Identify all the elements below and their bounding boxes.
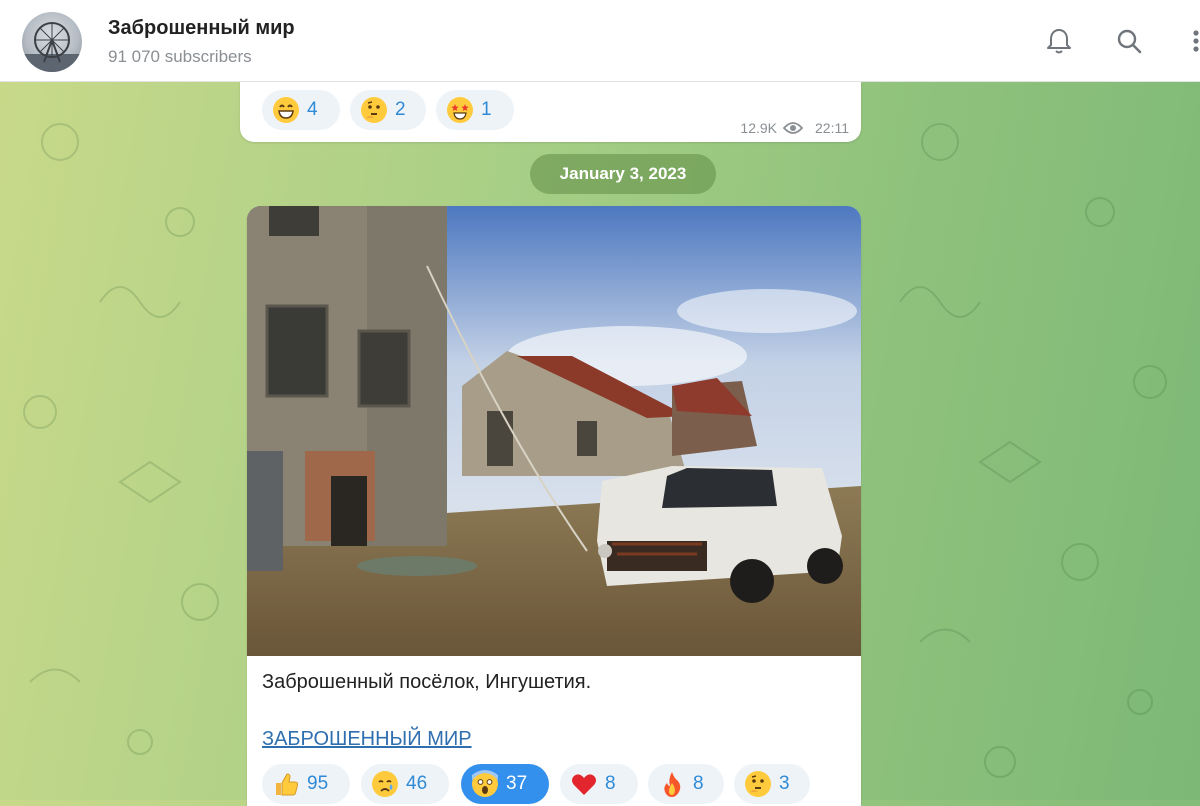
red-heart-icon	[572, 774, 596, 795]
reaction-count: 8	[605, 773, 616, 794]
reaction-count: 37	[506, 773, 528, 794]
post-meta: 12.9K 22:11	[740, 120, 849, 136]
reaction-count: 3	[779, 773, 790, 794]
reaction-count: 2	[395, 99, 406, 120]
subscriber-count: 91 070 subscribers	[108, 47, 252, 66]
reaction-screaming-selected[interactable]: 37	[461, 764, 549, 804]
grinning-face-icon	[273, 97, 299, 123]
date-separator: January 3, 2023	[530, 154, 716, 194]
reaction-thinking[interactable]: 3	[734, 764, 810, 804]
ferris-wheel-icon	[22, 22, 82, 72]
post-photo[interactable]	[247, 206, 861, 656]
reaction-count: 46	[406, 773, 428, 794]
channel-header: Заброшенный мир 91 070 subscribers	[0, 0, 1200, 82]
reaction-count: 1	[481, 99, 492, 120]
reaction-thumbs-up[interactable]: 95	[262, 764, 350, 804]
thinking-face-icon	[361, 97, 387, 123]
view-count: 12.9K	[740, 120, 777, 136]
reaction-fire[interactable]: 8	[648, 764, 724, 804]
screaming-face-icon	[472, 770, 498, 797]
post-caption: Заброшенный посёлок, Ингушетия.	[262, 671, 592, 693]
eye-icon	[783, 122, 803, 134]
reaction-count: 95	[307, 773, 329, 794]
thinking-face-icon	[745, 771, 771, 797]
search-icon[interactable]	[1114, 26, 1144, 56]
previous-post: 4 2 1 12.9K 22:11	[240, 82, 861, 142]
channel-post: Заброшенный посёлок, Ингушетия. ЗАБРОШЕН…	[247, 206, 861, 806]
channel-title[interactable]: Заброшенный мир	[108, 17, 295, 40]
reaction-grinning[interactable]: 4	[262, 90, 340, 130]
crying-face-icon	[372, 771, 398, 797]
thumbs-up-icon	[276, 773, 299, 796]
bell-icon[interactable]	[1044, 26, 1074, 56]
star-struck-face-icon	[447, 97, 473, 123]
channel-avatar[interactable]	[22, 12, 82, 72]
reaction-star-struck[interactable]: 1	[436, 90, 514, 130]
reaction-heart[interactable]: 8	[560, 764, 638, 804]
reaction-thinking[interactable]: 2	[350, 90, 426, 130]
reaction-count: 4	[307, 99, 318, 120]
post-time: 22:11	[815, 120, 849, 136]
fire-icon	[664, 772, 681, 797]
reaction-crying[interactable]: 46	[361, 764, 449, 804]
reaction-count: 8	[693, 773, 704, 794]
more-icon[interactable]	[1184, 26, 1200, 56]
channel-link[interactable]: ЗАБРОШЕННЫЙ МИР	[262, 728, 472, 751]
